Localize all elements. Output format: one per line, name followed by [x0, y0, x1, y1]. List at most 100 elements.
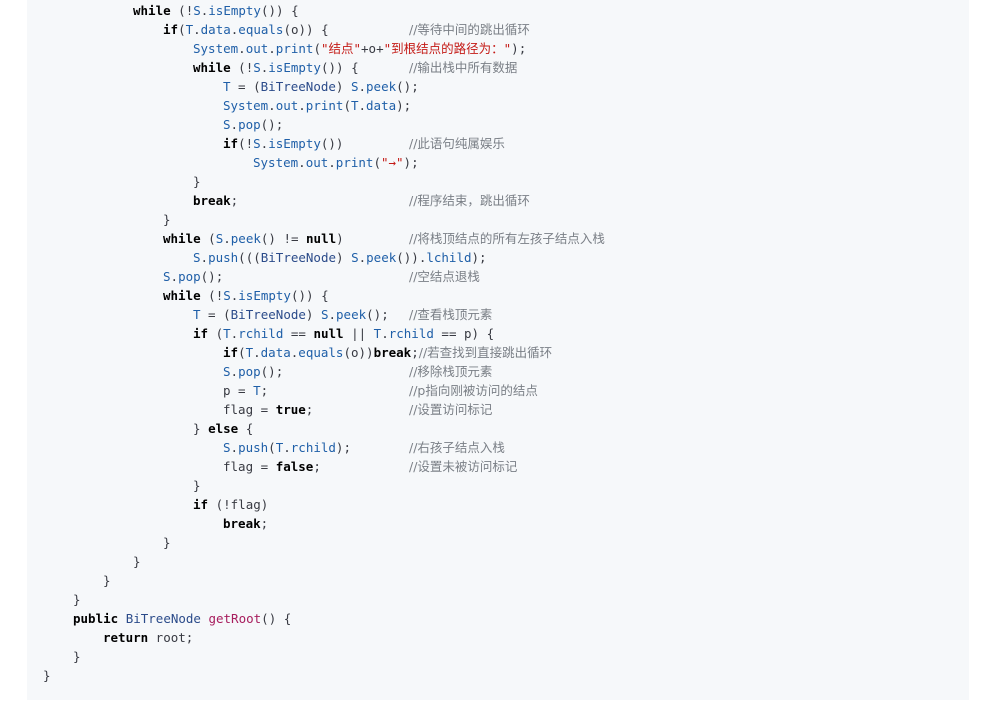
code-token: push: [238, 440, 269, 455]
code-token: push: [208, 250, 239, 265]
code-line: }: [73, 590, 81, 609]
code-token: .: [268, 41, 276, 56]
code-token: BiTreeNode: [230, 307, 306, 322]
code-token: }: [163, 535, 171, 550]
code-token: .: [253, 345, 261, 360]
code-token: );: [471, 250, 487, 265]
code-token: .: [298, 155, 306, 170]
code-token: {: [238, 421, 254, 436]
code-token: .: [358, 250, 367, 265]
code-token: isEmpty: [268, 136, 321, 151]
code-token: S: [223, 117, 231, 132]
code-token: ;: [260, 383, 269, 398]
code-comment: //设置访问标记: [409, 402, 493, 417]
code-token: (: [343, 98, 351, 113]
code-token: S: [163, 269, 171, 284]
code-token: ;: [305, 402, 314, 417]
code-comment: //空结点退栈: [409, 269, 480, 284]
code-token: ()) {: [290, 288, 329, 303]
code-token: ;: [230, 193, 239, 208]
code-line: if(T.data.equals(o))break;: [223, 343, 419, 362]
code-token: S: [193, 3, 201, 18]
code-line: T = (BiTreeNode) S.peek();: [193, 305, 389, 324]
code-token: .: [358, 79, 367, 94]
code-token: .: [358, 98, 367, 113]
code-token: }: [163, 212, 171, 227]
code-comment: //等待中间的跳出循环: [409, 22, 530, 37]
code-line: }: [193, 476, 201, 495]
code-token: S: [223, 288, 231, 303]
code-token: if: [223, 345, 239, 360]
code-token: ()) {: [320, 60, 359, 75]
code-token: (: [178, 22, 186, 37]
code-comment: //此语句纯属娱乐: [409, 136, 505, 151]
code-token: (!: [238, 136, 254, 151]
code-comment: //输出栈中所有数据: [409, 60, 518, 75]
code-token: () !=: [260, 231, 307, 246]
code-token: .: [230, 117, 239, 132]
code-token: out: [275, 98, 299, 113]
code-block: while (!S.isEmpty()) {if(T.data.equals(o…: [27, 0, 969, 700]
code-token: peek: [230, 231, 261, 246]
code-comment: //查看栈顶元素: [409, 307, 493, 322]
code-token: .: [223, 231, 231, 246]
code-line: System.out.print(T.data);: [223, 96, 411, 115]
code-token: flag =: [223, 402, 276, 417]
code-token: equals: [238, 22, 284, 37]
code-token: out: [305, 155, 329, 170]
code-token: .: [193, 22, 201, 37]
code-token: ();: [260, 117, 284, 132]
code-token: ()) {: [260, 3, 299, 18]
code-token: ()).: [396, 250, 427, 265]
code-line: public BiTreeNode getRoot() {: [73, 609, 291, 628]
code-token: data: [260, 345, 291, 360]
code-token: rchild: [238, 326, 284, 341]
code-token: (: [268, 440, 276, 455]
code-token: .: [381, 326, 389, 341]
code-token: getRoot: [208, 611, 262, 626]
code-token: .: [268, 98, 276, 113]
code-line: } else {: [193, 419, 253, 438]
code-token: peek: [366, 250, 397, 265]
code-token: (((: [238, 250, 261, 265]
code-token: break: [223, 516, 261, 531]
code-line: S.pop();: [223, 115, 283, 134]
code-line: while (!S.isEmpty()) {: [193, 58, 359, 77]
code-token: }: [193, 478, 201, 493]
code-token: );: [396, 98, 412, 113]
code-line: S.pop();: [163, 267, 223, 286]
code-token: lchild: [426, 250, 472, 265]
code-token: .: [328, 307, 337, 322]
code-token: .: [238, 41, 246, 56]
code-token: }: [133, 554, 141, 569]
code-token: break: [193, 193, 231, 208]
code-line: if(T.data.equals(o)) {: [163, 20, 329, 39]
code-token: while: [133, 3, 171, 18]
code-token: (: [313, 41, 321, 56]
code-token: .: [230, 364, 239, 379]
code-token: T: [350, 98, 359, 113]
code-line: }: [103, 571, 111, 590]
code-token: rchild: [388, 326, 434, 341]
code-token: BiTreeNode: [260, 79, 336, 94]
code-token: peek: [336, 307, 367, 322]
code-token: ;: [260, 516, 269, 531]
code-line: S.push(T.rchild);: [223, 438, 351, 457]
code-token: }: [193, 421, 209, 436]
code-token: ==: [283, 326, 314, 341]
code-token: isEmpty: [208, 3, 261, 18]
code-token: print: [275, 41, 314, 56]
code-token: else: [208, 421, 239, 436]
code-token: null: [313, 326, 344, 341]
code-token: );: [335, 440, 351, 455]
code-comment: //p指向刚被访问的结点: [409, 383, 538, 398]
code-token: print: [305, 98, 344, 113]
code-token: ();: [260, 364, 284, 379]
code-token: );: [511, 41, 527, 56]
code-token: () {: [261, 611, 292, 626]
code-token: ): [335, 79, 351, 94]
code-token: pop: [238, 117, 261, 132]
code-token: (: [238, 345, 246, 360]
code-token: .: [298, 98, 306, 113]
code-token: T: [253, 383, 261, 398]
